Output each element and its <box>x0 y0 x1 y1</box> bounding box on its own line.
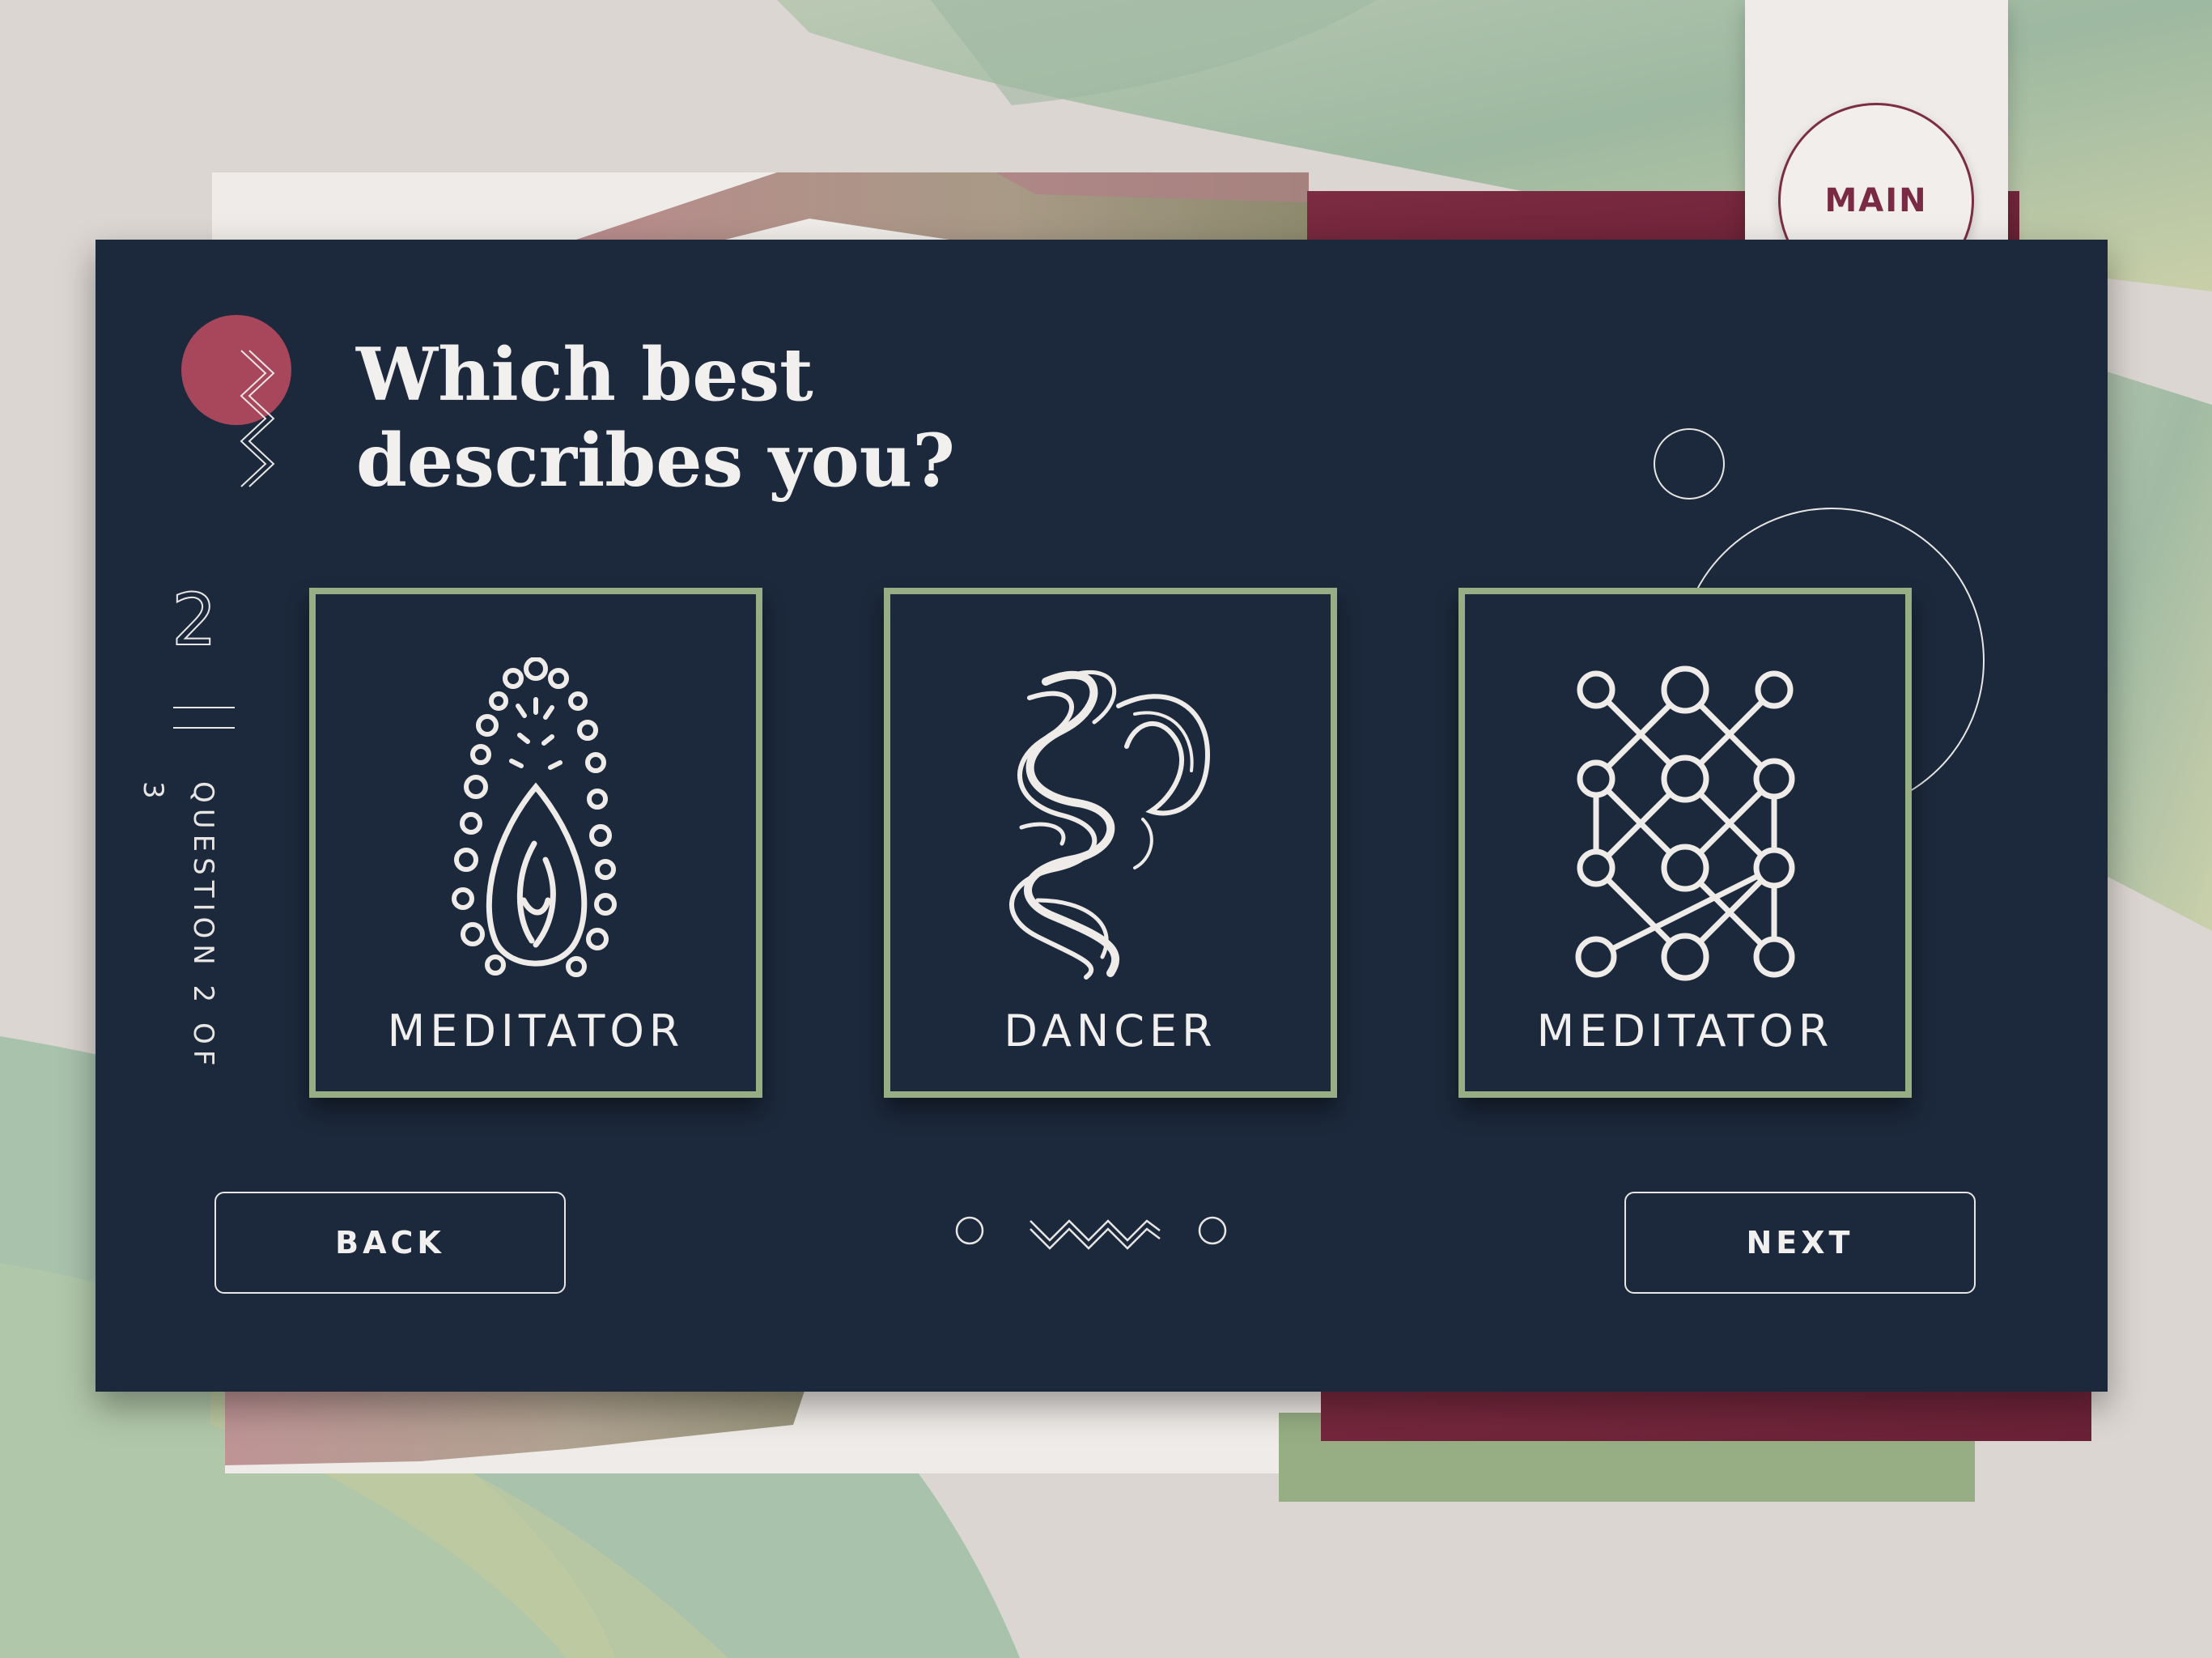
option-label: MEDITATOR <box>1536 1005 1834 1056</box>
swirl-icon <box>1009 670 1211 980</box>
progress-divider-line <box>173 707 235 708</box>
progress-divider-line <box>173 727 235 729</box>
title-line-2: describes you? <box>356 418 955 504</box>
option-card-meditator[interactable]: MEDITATOR <box>309 588 762 1098</box>
page-title: Which best describes you? <box>356 332 1327 504</box>
pink-circle-zigzag-icon <box>181 315 291 487</box>
page-dot <box>955 1216 984 1245</box>
option-card-meditator-2[interactable]: MEDITATOR <box>1458 588 1912 1098</box>
zigzag-icon <box>1030 1219 1161 1242</box>
option-label: MEDITATOR <box>387 1005 685 1056</box>
option-label: DANCER <box>1004 1005 1217 1056</box>
question-number: 2 <box>171 578 218 661</box>
flame-seed-icon <box>452 657 617 977</box>
title-line-1: Which best <box>356 332 813 418</box>
question-progress-label: QUESTION 2 OF 3 <box>137 781 219 1072</box>
pagination-indicator <box>955 1216 1227 1250</box>
page-dot <box>1198 1216 1227 1245</box>
option-card-dancer[interactable]: DANCER <box>884 588 1337 1098</box>
network-grid-icon <box>1575 665 1795 981</box>
next-button[interactable]: NEXT <box>1624 1192 1976 1294</box>
back-button[interactable]: BACK <box>214 1192 566 1294</box>
zigzag-icon <box>1030 1227 1161 1250</box>
